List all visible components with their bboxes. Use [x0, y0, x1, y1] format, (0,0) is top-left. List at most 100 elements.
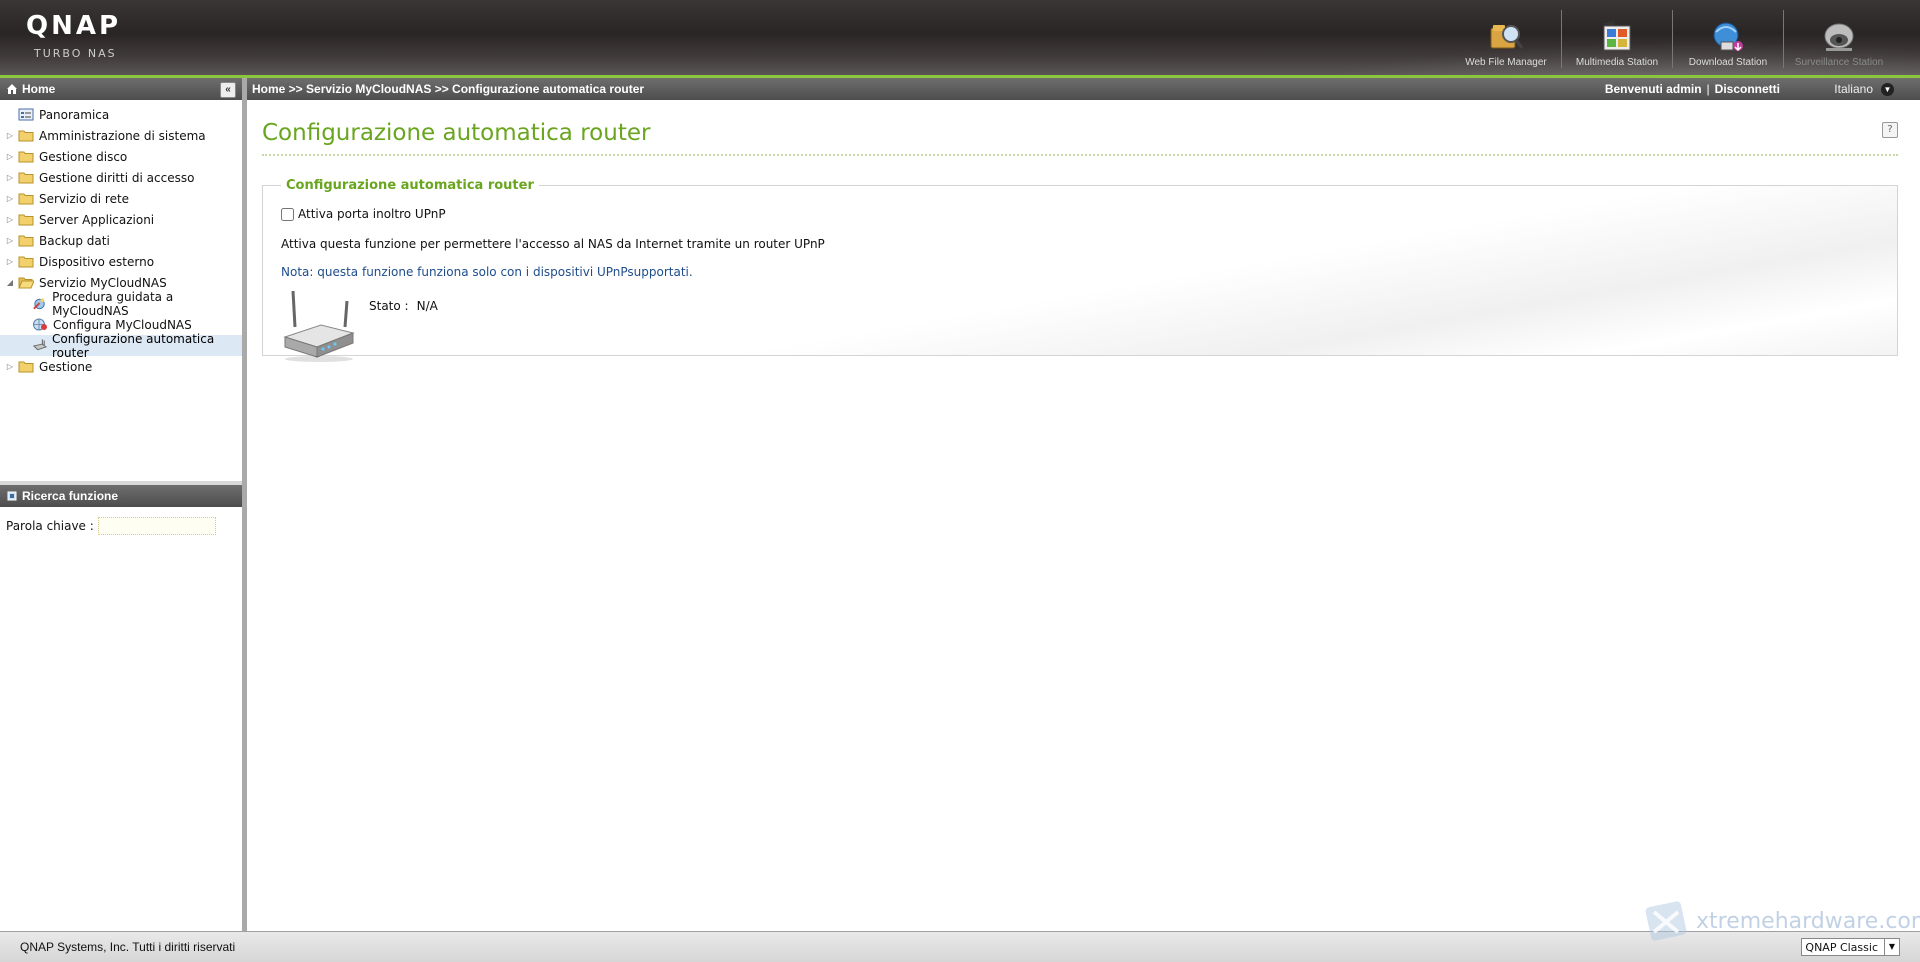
tree-item-label: Panoramica	[39, 107, 110, 122]
expand-arrow-icon[interactable]: ▷	[5, 194, 15, 204]
main-content: Configurazione automatica router ? Confi…	[262, 104, 1898, 362]
download-station-button[interactable]: Download Station	[1672, 10, 1783, 68]
keyword-label: Parola chiave :	[6, 519, 94, 533]
globe-settings-icon	[33, 318, 47, 331]
status-row: Stato : N/A	[281, 287, 1879, 363]
expand-arrow-icon[interactable]: ▷	[5, 173, 15, 183]
brand-subtitle: TURBO NAS	[34, 47, 117, 60]
multimedia-station-button[interactable]: Multimedia Station	[1561, 10, 1672, 68]
tree-item-procedura-guidata[interactable]: Procedura guidata a MyCloudNAS	[0, 290, 242, 318]
welcome-text: Benvenuti admin	[1604, 82, 1702, 96]
footer: QNAP Systems, Inc. Tutti i diritti riser…	[0, 931, 1920, 962]
status-text: Stato : N/A	[369, 299, 438, 313]
watermark: xtremehardware.com	[1640, 898, 1920, 944]
tree-item-servizio-rete[interactable]: ▷ Servizio di rete	[0, 188, 242, 209]
user-area: Benvenuti admin | Disconnetti	[1605, 82, 1780, 96]
home-icon	[7, 84, 17, 94]
surveillance-station-button[interactable]: Surveillance Station	[1783, 10, 1894, 68]
panel-legend: Configurazione automatica router	[286, 178, 534, 193]
station-shortcuts: Web File Manager Multimedia Station Down…	[1451, 10, 1894, 68]
sidebar-title: Home	[22, 82, 56, 96]
tree-item-amministrazione[interactable]: ▷ Amministrazione di sistema	[0, 125, 242, 146]
tree-item-gestione-disco[interactable]: ▷ Gestione disco	[0, 146, 242, 167]
expand-arrow-icon[interactable]: ▷	[5, 131, 15, 141]
search-panel-title: Ricerca funzione	[22, 489, 119, 503]
tree-item-dispositivo-esterno[interactable]: ▷ Dispositivo esterno	[0, 251, 242, 272]
logout-link[interactable]: Disconnetti	[1715, 82, 1780, 96]
tree-item-diritti-accesso[interactable]: ▷ Gestione diritti di accesso	[0, 167, 242, 188]
feature-description: Attiva questa funzione per permettere l'…	[281, 237, 825, 251]
sidebar: Home « Panoramica ▷ Amministrazione di s…	[0, 78, 247, 931]
tree-item-panoramica[interactable]: Panoramica	[0, 104, 242, 125]
folder-icon	[18, 130, 34, 142]
status-label: Stato :	[369, 299, 409, 313]
surveillance-station-icon	[1824, 23, 1854, 51]
feature-note: Nota: questa funzione funziona solo con …	[281, 265, 693, 279]
tree-item-label: Backup dati	[39, 233, 110, 248]
collapse-sidebar-button[interactable]: «	[220, 82, 236, 98]
upnp-option-row: Attiva porta inoltro UPnP	[281, 207, 1879, 221]
copyright-text: QNAP Systems, Inc. Tutti i diritti riser…	[20, 940, 236, 954]
tree-item-configurazione-router[interactable]: Configurazione automatica router	[0, 332, 242, 360]
expand-arrow-icon[interactable]: ▷	[5, 215, 15, 225]
keyword-row: Parola chiave :	[0, 507, 242, 545]
surveillance-station-label: Surveillance Station	[1794, 57, 1884, 68]
web-file-manager-button[interactable]: Web File Manager	[1451, 10, 1561, 68]
page-title: Configurazione automatica router	[262, 104, 1898, 156]
search-panel-icon	[7, 491, 17, 501]
app-header: QNAP TURBO NAS Web File Manager Multimed…	[0, 0, 1920, 78]
status-value: N/A	[416, 299, 438, 313]
expand-arrow-icon[interactable]: ▷	[5, 257, 15, 267]
folder-icon	[18, 214, 34, 226]
keyword-input[interactable]	[97, 517, 216, 535]
folder-icon	[18, 193, 34, 205]
folder-icon	[18, 235, 34, 247]
search-panel-header: Ricerca funzione	[0, 481, 242, 507]
router-small-icon	[32, 339, 47, 351]
tree-item-label: Servizio di rete	[39, 191, 130, 206]
router-icon	[283, 290, 355, 362]
multimedia-station-label: Multimedia Station	[1575, 57, 1659, 68]
web-file-manager-label: Web File Manager	[1465, 57, 1547, 68]
function-search-panel: Ricerca funzione Parola chiave :	[0, 481, 242, 545]
language-selector[interactable]: Italiano ▼	[1834, 82, 1894, 96]
tree-item-label: Gestione diritti di accesso	[39, 170, 195, 185]
breadcrumb-bar: Home >> Servizio MyCloudNAS >> Configura…	[247, 78, 1920, 100]
breadcrumb: Home >> Servizio MyCloudNAS >> Configura…	[252, 82, 645, 96]
tree-item-label: Servizio MyCloudNAS	[39, 275, 167, 290]
chevron-down-icon: ▼	[1881, 82, 1894, 96]
user-separator: |	[1706, 82, 1710, 96]
folder-icon	[18, 151, 34, 163]
navigation-tree: Panoramica ▷ Amministrazione di sistema …	[0, 100, 242, 377]
folder-icon	[18, 172, 34, 184]
router-config-panel: Configurazione automatica router Attiva …	[262, 178, 1898, 362]
tree-item-label: Server Applicazioni	[39, 212, 155, 227]
upnp-checkbox-label[interactable]: Attiva porta inoltro UPnP	[298, 207, 446, 221]
tree-item-backup-dati[interactable]: ▷ Backup dati	[0, 230, 242, 251]
folder-icon	[18, 256, 34, 268]
web-file-manager-icon	[1490, 25, 1524, 49]
expand-arrow-icon[interactable]: ▷	[5, 362, 15, 372]
collapse-arrow-icon[interactable]: ◢	[5, 278, 15, 288]
download-station-icon	[1713, 22, 1743, 52]
tree-item-label: Configura MyCloudNAS	[53, 317, 192, 332]
qnap-logo: QNAP TURBO NAS	[26, 12, 121, 60]
tree-item-label: Amministrazione di sistema	[39, 128, 206, 143]
brand-name: QNAP	[26, 11, 122, 41]
folder-open-icon	[18, 277, 34, 289]
multimedia-station-icon	[1602, 20, 1631, 51]
folder-icon	[18, 361, 34, 373]
expand-arrow-icon[interactable]: ▷	[5, 236, 15, 246]
tree-item-server-applicazioni[interactable]: ▷ Server Applicazioni	[0, 209, 242, 230]
expand-arrow-icon[interactable]: ▷	[5, 152, 15, 162]
wizard-icon	[33, 298, 45, 310]
tree-item-gestione[interactable]: ▷ Gestione	[0, 356, 242, 377]
sidebar-header: Home «	[0, 78, 242, 100]
help-icon[interactable]: ?	[1882, 122, 1898, 138]
watermark-logo-icon	[1645, 901, 1687, 941]
overview-icon	[18, 108, 34, 121]
tree-item-label: Gestione	[39, 359, 93, 374]
tree-item-label: Dispositivo esterno	[39, 254, 155, 269]
upnp-checkbox[interactable]	[281, 207, 294, 221]
